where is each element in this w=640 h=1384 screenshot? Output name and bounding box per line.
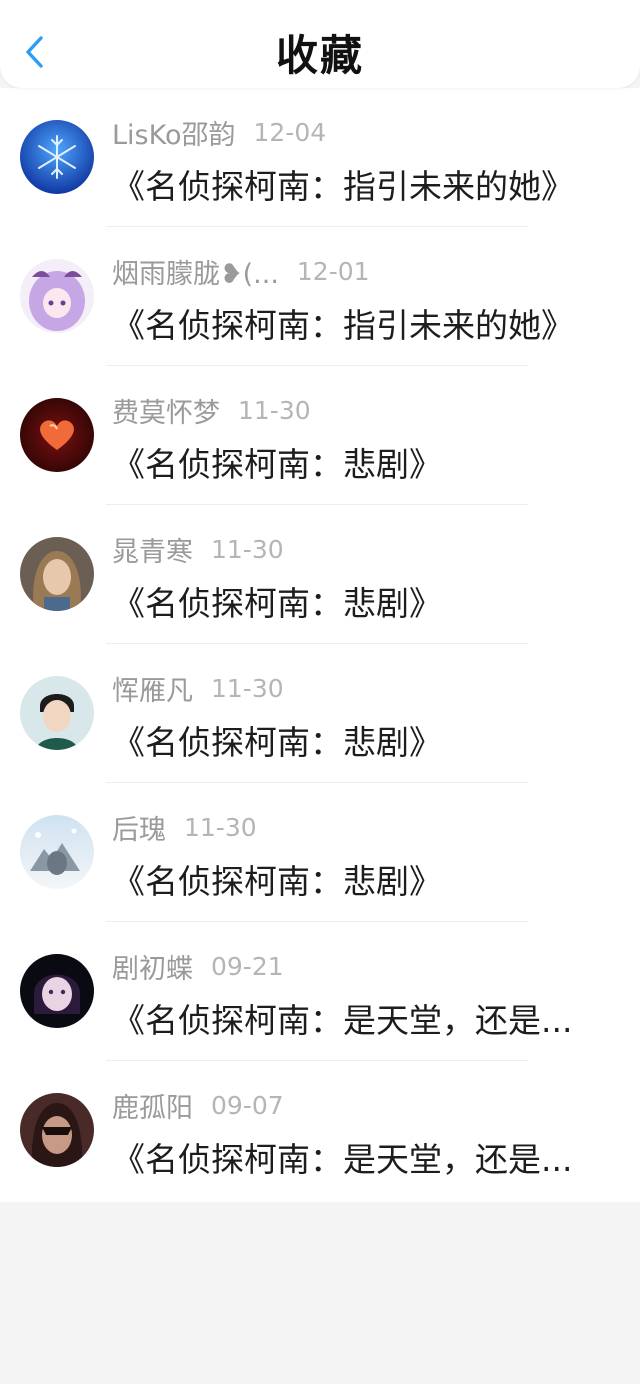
favorite-title[interactable]: 《名侦探柯南：指引未来的她》 bbox=[112, 160, 592, 208]
list-item[interactable]: 后瑰 11-30 《名侦探柯南：悲剧》 bbox=[0, 783, 640, 922]
avatar[interactable] bbox=[20, 537, 94, 611]
avatar[interactable] bbox=[20, 398, 94, 472]
post-date: 12-04 bbox=[253, 117, 327, 147]
avatar[interactable] bbox=[20, 259, 94, 333]
post-date: 11-30 bbox=[211, 534, 284, 564]
list-item[interactable]: 烟雨朦胧❥(... 12-01 《名侦探柯南：指引未来的她》 bbox=[0, 227, 640, 366]
post-date: 09-21 bbox=[211, 951, 284, 981]
post-date: 09-07 bbox=[211, 1090, 284, 1120]
favorites-list: LisKo邵韵 12-04 《名侦探柯南：指引未来的她》 烟雨朦胧❥(... 1… bbox=[0, 88, 640, 1202]
post-date: 11-30 bbox=[211, 673, 284, 703]
favorite-title[interactable]: 《名侦探柯南：悲剧》 bbox=[112, 855, 592, 903]
list-item[interactable]: 费莫怀梦 11-30 《名侦探柯南：悲剧》 bbox=[0, 366, 640, 505]
favorite-title[interactable]: 《名侦探柯南：悲剧》 bbox=[112, 716, 592, 764]
page-title: 收藏 bbox=[275, 31, 364, 80]
favorite-title[interactable]: 《名侦探柯南：指引未来的她》 bbox=[112, 299, 592, 347]
list-item[interactable]: 晁青寒 11-30 《名侦探柯南：悲剧》 bbox=[0, 505, 640, 644]
list-item[interactable]: 恽雁凡 11-30 《名侦探柯南：悲剧》 bbox=[0, 644, 640, 783]
avatar[interactable] bbox=[20, 954, 94, 1028]
post-date: 12-01 bbox=[296, 256, 370, 286]
user-name[interactable]: 恽雁凡 bbox=[112, 669, 193, 708]
list-item[interactable]: 剧初蝶 09-21 《名侦探柯南：是天堂，还是... bbox=[0, 922, 640, 1061]
top-bar: 收藏 bbox=[0, 0, 640, 88]
list-item[interactable]: 鹿孤阳 09-07 《名侦探柯南：是天堂，还是... bbox=[0, 1061, 640, 1200]
avatar[interactable] bbox=[20, 815, 94, 889]
avatar[interactable] bbox=[20, 120, 94, 194]
avatar[interactable] bbox=[20, 676, 94, 750]
user-name[interactable]: 鹿孤阳 bbox=[112, 1086, 193, 1125]
post-date: 11-30 bbox=[184, 812, 257, 842]
avatar[interactable] bbox=[20, 1093, 94, 1167]
favorite-title[interactable]: 《名侦探柯南：是天堂，还是... bbox=[112, 1133, 592, 1181]
list-item[interactable]: LisKo邵韵 12-04 《名侦探柯南：指引未来的她》 bbox=[0, 88, 640, 227]
favorite-title[interactable]: 《名侦探柯南：是天堂，还是... bbox=[112, 994, 592, 1042]
user-name[interactable]: 晁青寒 bbox=[112, 530, 193, 569]
favorite-title[interactable]: 《名侦探柯南：悲剧》 bbox=[112, 577, 592, 625]
user-name[interactable]: 费莫怀梦 bbox=[112, 391, 220, 430]
post-date: 11-30 bbox=[238, 395, 311, 425]
user-name[interactable]: 剧初蝶 bbox=[112, 947, 193, 986]
favorite-title[interactable]: 《名侦探柯南：悲剧》 bbox=[112, 438, 592, 486]
user-name[interactable]: LisKo邵韵 bbox=[112, 113, 236, 152]
user-name[interactable]: 后瑰 bbox=[112, 808, 166, 847]
user-name[interactable]: 烟雨朦胧❥(... bbox=[112, 252, 279, 291]
